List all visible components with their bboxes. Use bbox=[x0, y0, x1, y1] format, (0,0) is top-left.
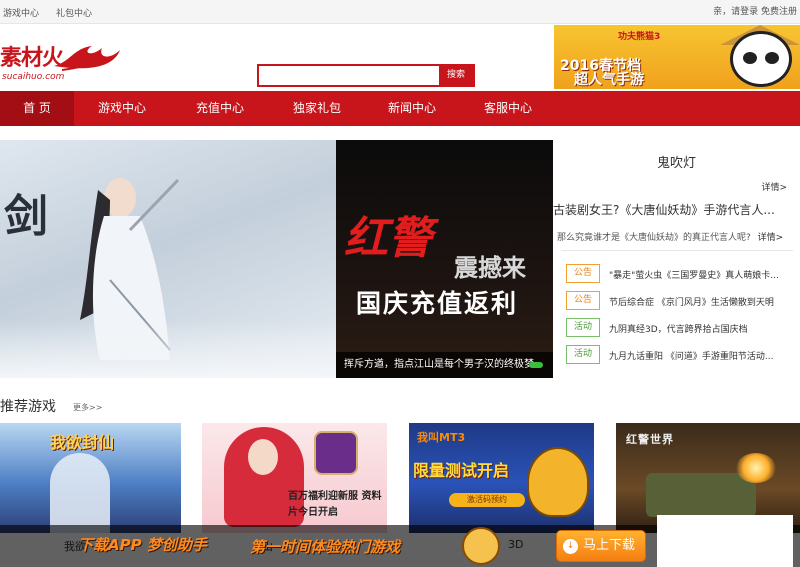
news-summary: 那么究竟谁才是《大唐仙妖劫》的真正代言人呢? 详情> bbox=[557, 230, 783, 243]
news-panel: 鬼吹灯 详情> 古装剧女王?《大唐仙妖劫》手游代言人... 那么究竟谁才是《大唐… bbox=[553, 140, 800, 378]
news-title[interactable]: 鬼吹灯 bbox=[553, 152, 800, 171]
game-art-title: 限量测试开启 bbox=[413, 461, 510, 480]
ad-brand: 功夫熊猫3 bbox=[618, 32, 661, 42]
mist-overlay bbox=[0, 320, 336, 378]
top-bar: 游戏中心 礼包中心 亲，请登录 免费注册 bbox=[0, 0, 800, 24]
game-card[interactable]: 百万福利迎新服 资料片今日开启 bbox=[202, 423, 387, 533]
news-tag-announcement: 公告 bbox=[566, 264, 600, 283]
slide-image-left[interactable]: 剑 bbox=[0, 140, 336, 378]
game-card[interactable]: 我欲封仙 bbox=[0, 423, 181, 533]
search-box: 搜索 bbox=[257, 64, 475, 87]
game-logo-text: 我叫MT3 bbox=[417, 431, 466, 444]
slide-calligraphy: 剑 bbox=[4, 191, 48, 242]
news-list-item[interactable]: 活动 九阴真经3D，代言跨界拾占国庆档 bbox=[566, 318, 798, 338]
nav-item-gifts[interactable]: 独家礼包 bbox=[281, 91, 353, 126]
slide-image-right[interactable]: 红警 震撼来 国庆充值返利 bbox=[336, 140, 553, 378]
login-register-links[interactable]: 亲，请登录 免费注册 bbox=[713, 4, 797, 17]
mascot-icon bbox=[462, 527, 500, 565]
game-explosion-art bbox=[736, 453, 776, 483]
nav-item-home[interactable]: 首 页 bbox=[0, 91, 74, 126]
site-logo[interactable]: 素材火 sucaihuo.com bbox=[0, 36, 125, 86]
news-summary-link[interactable]: 详情> bbox=[758, 233, 784, 243]
news-list-item[interactable]: 公告 "暴走"萤火虫《三国罗曼史》真人萌娘卡... bbox=[566, 264, 798, 284]
news-tag-announcement: 公告 bbox=[566, 291, 600, 310]
slide-caption[interactable]: 挥斥方遒，指点江山是每个男子汉的终极梦 bbox=[336, 352, 553, 378]
game-tank-art bbox=[646, 473, 756, 517]
slide-title-promo: 国庆充值返利 bbox=[356, 289, 519, 318]
news-list-item[interactable]: 公告 节后综合症 《京门风月》生活懒散到天明 bbox=[566, 291, 798, 311]
news-divider bbox=[561, 250, 793, 251]
game-mascot-art bbox=[527, 447, 589, 517]
news-tag-event: 活动 bbox=[566, 318, 600, 337]
topbar-link-gift-center[interactable]: 礼包中心 bbox=[56, 6, 92, 19]
download-icon: ↓ bbox=[563, 539, 578, 554]
search-input[interactable] bbox=[259, 66, 439, 85]
nav-item-recharge[interactable]: 充值中心 bbox=[184, 91, 256, 126]
game-reserve-pill: 激活码预约 bbox=[449, 493, 525, 507]
slide-caption-text: 挥斥方遒，指点江山是每个男子汉的终极梦 bbox=[344, 359, 534, 370]
news-summary-text: 那么究竟谁才是《大唐仙妖劫》的真正代言人呢? bbox=[557, 233, 751, 243]
download-bar-text-2: 第一时间体验热门游戏 bbox=[250, 538, 401, 556]
topbar-link-game-center[interactable]: 游戏中心 bbox=[3, 6, 39, 19]
game-art-title: 我欲封仙 bbox=[50, 433, 115, 452]
slide-title-shake: 震撼来 bbox=[454, 254, 526, 282]
news-more-link[interactable]: 详情> bbox=[761, 180, 787, 193]
game-art-title: 百万福利迎新服 资料片今日开启 bbox=[288, 491, 382, 518]
ad-line-2: 超人气手游 bbox=[574, 72, 644, 88]
news-item-text[interactable]: "暴走"萤火虫《三国罗曼史》真人萌娘卡... bbox=[609, 268, 799, 281]
download-button[interactable]: ↓ 马上下载 bbox=[556, 530, 646, 562]
news-item-text[interactable]: 节后综合症 《京门风月》生活懒散到天明 bbox=[609, 295, 799, 308]
nav-item-news[interactable]: 新闻中心 bbox=[376, 91, 448, 126]
hero-slider[interactable]: 剑 红警 震撼来 国庆充值返利 挥斥方遒，指点江山是每个男子汉的终极梦 bbox=[0, 140, 553, 378]
news-list-item[interactable]: 活动 九月九话重阳 《问道》手游重阳节活动... bbox=[566, 345, 798, 365]
news-item-text[interactable]: 九阴真经3D，代言跨界拾占国庆档 bbox=[609, 322, 799, 335]
news-tag-event: 活动 bbox=[566, 345, 600, 364]
panda-icon bbox=[730, 31, 792, 87]
game-character-face bbox=[248, 439, 278, 475]
nav-item-service[interactable]: 客服中心 bbox=[472, 91, 544, 126]
news-item-text[interactable]: 九月九话重阳 《问道》手游重阳节活动... bbox=[609, 349, 799, 362]
main-nav: 首 页 游戏中心 充值中心 独家礼包 新闻中心 客服中心 bbox=[0, 91, 800, 126]
search-button[interactable]: 搜索 bbox=[439, 66, 473, 85]
slide-title-red: 红警 bbox=[344, 213, 432, 264]
news-headline[interactable]: 古装剧女王?《大唐仙妖劫》手游代言人... bbox=[553, 201, 800, 218]
game-art-title: 红警世界 bbox=[626, 433, 674, 446]
slide-indicator[interactable] bbox=[529, 362, 543, 368]
game-app-icon bbox=[314, 431, 358, 475]
game-hero-art bbox=[50, 453, 110, 533]
blank-panel bbox=[657, 515, 793, 567]
game-card[interactable]: 我叫MT3 限量测试开启 激活码预约 bbox=[409, 423, 594, 533]
logo-subtext: sucaihuo.com bbox=[2, 72, 65, 82]
section-title-recommend: 推荐游戏 bbox=[0, 399, 56, 415]
flame-logo-icon bbox=[54, 46, 120, 71]
download-button-label: 马上下载 bbox=[583, 538, 636, 553]
nav-item-game-center[interactable]: 游戏中心 bbox=[86, 91, 158, 126]
header-ad-banner[interactable]: 功夫熊猫3 2016春节档 超人气手游 bbox=[554, 25, 800, 89]
recommend-more-link[interactable]: 更多>> bbox=[73, 402, 102, 413]
download-bar-text-1: 下载APP 梦创助手 bbox=[78, 536, 207, 554]
